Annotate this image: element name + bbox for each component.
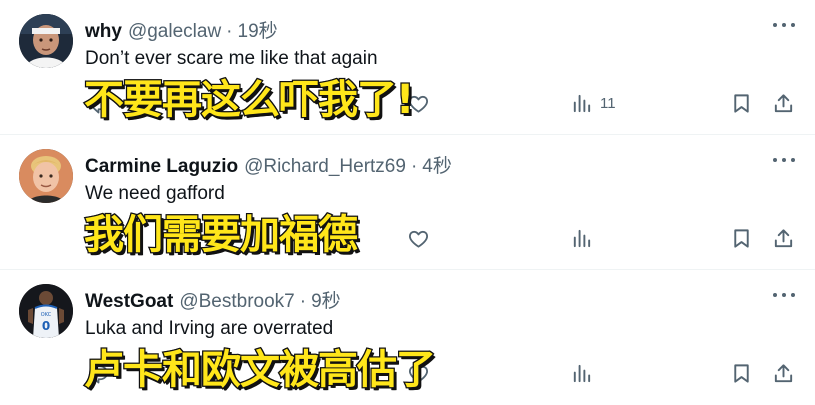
views-count: 11	[600, 94, 616, 112]
tweet-1[interactable]: why @galeclaw · 19秒 Don’t ever scare me …	[0, 0, 815, 135]
tweet-text: We need gafford	[85, 183, 225, 204]
bookmark-icon	[734, 228, 749, 248]
views-button[interactable]	[570, 358, 593, 388]
tweet-2[interactable]: Carmine Laguzio @Richard_Hertz69 · 4秒 We…	[0, 135, 815, 270]
share-button[interactable]	[772, 358, 795, 388]
timestamp[interactable]: 4秒	[422, 151, 452, 178]
separator-dot: ·	[226, 21, 233, 42]
avatar-photo-icon	[19, 149, 73, 203]
avatar[interactable]: OKC 0	[19, 284, 73, 338]
separator-dot: ·	[410, 156, 418, 177]
share-button[interactable]	[772, 223, 795, 253]
svg-text:OKC: OKC	[41, 312, 52, 318]
timestamp[interactable]: 9秒	[311, 286, 341, 313]
user-handle[interactable]: @Bestbrook7	[179, 291, 294, 313]
more-icon[interactable]	[773, 155, 795, 165]
bookmark-button[interactable]	[730, 223, 753, 253]
tweet-text: Luka and Irving are overrated	[85, 318, 334, 339]
user-handle[interactable]: @galeclaw	[128, 21, 221, 43]
user-handle[interactable]: @Richard_Hertz69	[244, 156, 406, 178]
share-icon	[774, 93, 793, 112]
more-icon[interactable]	[773, 20, 795, 30]
tweet-text: Don’t ever scare me like that again	[85, 48, 378, 69]
avatar[interactable]	[19, 14, 73, 68]
share-button[interactable]	[772, 88, 795, 118]
subtitle-caption: 不要再这么吓我了!	[83, 76, 416, 125]
like-button[interactable]	[407, 223, 430, 253]
views-icon	[573, 94, 591, 112]
tweet-3[interactable]: OKC 0 WestGoat @Bestbrook7 · 9秒 Luka and…	[0, 270, 815, 405]
avatar[interactable]	[19, 149, 73, 203]
display-name[interactable]: WestGoat	[85, 291, 173, 313]
tweet-header: WestGoat @Bestbrook7 · 9秒	[85, 286, 341, 313]
avatar-photo-icon: OKC 0	[19, 284, 73, 338]
subtitle-caption: 卢卡和欧文被高估了	[83, 346, 438, 395]
bookmark-icon	[734, 363, 749, 383]
display-name[interactable]: Carmine Laguzio	[85, 156, 238, 178]
separator-dot: ·	[299, 291, 307, 312]
views-button[interactable]	[570, 223, 593, 253]
bookmark-button[interactable]	[730, 88, 753, 118]
tweet-header: why @galeclaw · 19秒	[85, 16, 278, 43]
svg-text:0: 0	[42, 319, 50, 333]
timestamp[interactable]: 19秒	[238, 16, 278, 43]
tweet-header: Carmine Laguzio @Richard_Hertz69 · 4秒	[85, 151, 452, 178]
more-icon[interactable]	[773, 290, 795, 300]
bookmark-icon	[734, 93, 749, 113]
avatar-photo-icon	[19, 14, 73, 68]
share-icon	[774, 363, 793, 382]
subtitle-caption: 我们需要加福德	[83, 211, 360, 260]
bookmark-button[interactable]	[730, 358, 753, 388]
views-icon	[573, 364, 591, 382]
share-icon	[774, 228, 793, 247]
like-icon	[408, 230, 429, 248]
views-button[interactable]: 11	[570, 88, 616, 118]
display-name[interactable]: why	[85, 21, 122, 43]
views-icon	[573, 229, 591, 247]
